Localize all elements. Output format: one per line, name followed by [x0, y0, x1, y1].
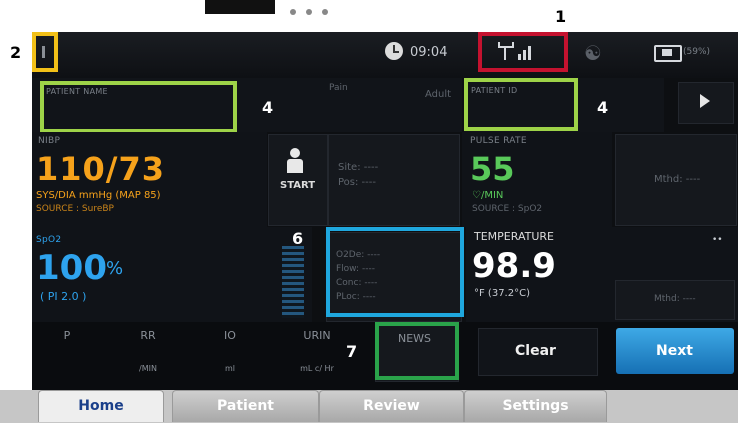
param-rr-button[interactable]: RR /MIN — [108, 324, 188, 384]
temperature-method: Mthd: ---- — [654, 294, 696, 304]
nibp-source: SOURCE : SureBP — [36, 204, 114, 214]
temperature-menu-icon[interactable]: •• — [712, 235, 723, 245]
tab-settings[interactable]: Settings — [464, 390, 607, 422]
probe-location: PLoc: ---- — [336, 292, 376, 302]
param-rr-label: RR — [140, 329, 156, 342]
nibp-pos: Pos: ---- — [338, 177, 376, 188]
o2-device: O2De: ---- — [336, 250, 381, 260]
temperature-label: TEMPERATURE — [474, 230, 554, 243]
param-io-label: IO — [224, 329, 236, 342]
callout-box-7 — [375, 322, 459, 380]
nibp-label: NIBP — [38, 136, 61, 146]
callout-4a: 4 — [262, 98, 274, 117]
battery-percent: (59%) — [683, 47, 711, 57]
callout-7: 7 — [346, 342, 358, 361]
news-label: NEWS — [398, 332, 432, 345]
battery-icon — [654, 45, 682, 62]
start-label: START — [280, 180, 316, 191]
spo2-value: 100 — [36, 248, 107, 288]
play-arrow-icon — [700, 94, 710, 108]
header-graphic — [205, 0, 275, 14]
param-urine-label: URIN — [303, 329, 331, 342]
tab-bar: Home Patient Review Settings — [0, 390, 738, 423]
spo2-label: SpO2 — [36, 235, 62, 245]
pulse-amplitude-bar — [282, 246, 304, 318]
pulse-value: 55 — [470, 150, 515, 188]
header-dots — [290, 0, 380, 15]
clock-icon — [385, 42, 403, 60]
next-label: Next — [656, 343, 693, 359]
nibp-value: 110/73 — [36, 150, 166, 188]
pulse-source: SOURCE : SpO2 — [472, 204, 543, 214]
patient-name-label: PATIENT NAME — [46, 87, 108, 96]
param-p-label: P — [63, 329, 71, 342]
patient-type: Adult — [425, 89, 452, 100]
device-screen: 09:04 ☯ (59%) PATIENT NAME 4 Pain Adult … — [32, 32, 738, 390]
nibp-site: Site: ---- — [338, 162, 379, 173]
clear-label: Clear — [515, 343, 556, 359]
spo2-pi: ( PI 2.0 ) — [40, 290, 87, 303]
temperature-unit: °F (37.2°C) — [474, 288, 530, 299]
callout-6: 6 — [292, 229, 304, 248]
pulse-method: Mthd: ---- — [654, 174, 701, 185]
callout-4b: 4 — [597, 98, 609, 117]
patient-id-label: PATIENT ID — [471, 86, 518, 95]
menu-icon[interactable] — [42, 46, 45, 58]
spo2-unit: % — [106, 258, 124, 279]
tab-home[interactable]: Home — [38, 390, 164, 422]
param-io-button[interactable]: IO ml — [190, 324, 270, 384]
callout-2: 2 — [10, 43, 22, 62]
param-io-unit: ml — [224, 364, 235, 373]
param-rr-unit: /MIN — [139, 364, 157, 373]
pulse-unit: ♡/MIN — [472, 190, 504, 201]
tab-review[interactable]: Review — [319, 390, 464, 422]
temperature-value: 98.9 — [472, 246, 556, 286]
nibp-unit: SYS/DIA mmHg (MAP 85) — [36, 190, 161, 201]
pulse-label: PULSE RATE — [470, 136, 527, 146]
o2-concentration: Conc: ---- — [336, 278, 378, 288]
user-profile-icon[interactable]: ☯ — [584, 42, 606, 64]
o2-flow: Flow: ---- — [336, 264, 375, 274]
param-p-button[interactable]: P — [32, 324, 102, 384]
tab-patient[interactable]: Patient — [172, 390, 319, 422]
status-time: 09:04 — [410, 45, 448, 60]
callout-1: 1 — [555, 7, 567, 26]
param-urine-unit: mL c/ Hr — [300, 364, 334, 373]
patient-type-sub: Pain — [329, 83, 348, 93]
callout-box-2 — [32, 32, 58, 72]
